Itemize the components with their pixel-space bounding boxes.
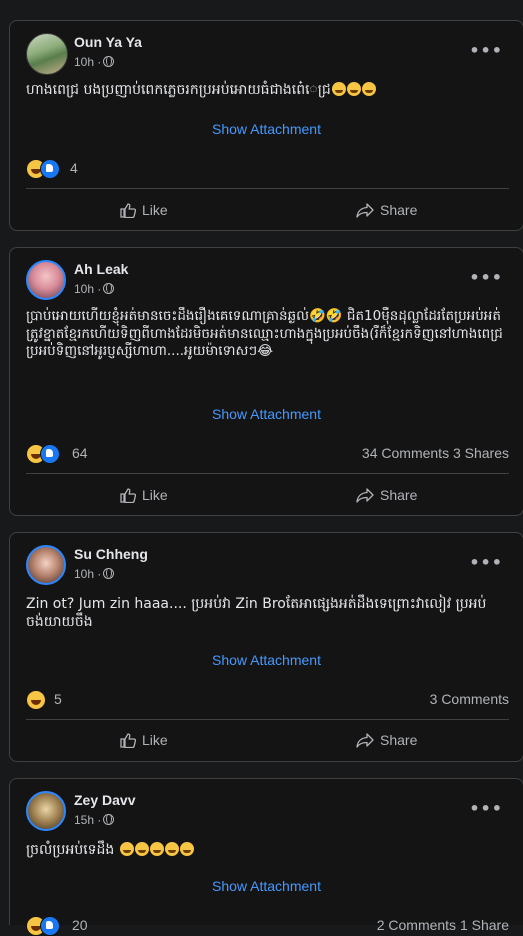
show-attachment-link[interactable]: Show Attachment [10, 406, 523, 422]
emoji-icon [164, 842, 179, 856]
share-button[interactable]: Share [356, 487, 417, 503]
post-time[interactable]: 15h · [74, 813, 115, 827]
like-reaction-icon [40, 159, 60, 179]
post-time-label: 10h · [74, 55, 102, 69]
post-time-label: 15h · [74, 813, 102, 827]
share-button[interactable]: Share [356, 202, 417, 218]
show-attachment-link[interactable]: Show Attachment [10, 652, 523, 668]
author-name[interactable]: Zey Davv [74, 792, 135, 808]
post-time-label: 10h · [74, 567, 102, 581]
divider [26, 188, 509, 189]
emoji-icon [149, 842, 164, 856]
author-name[interactable]: Ah Leak [74, 261, 128, 277]
post-card: Oun Ya Ya 10h · ••• ហាងពេជ្រ បងប្រញាប់ពេ… [9, 20, 523, 231]
reaction-count: 64 [72, 445, 88, 461]
author-name[interactable]: Su Chheng [74, 546, 148, 562]
reaction-count: 5 [54, 691, 62, 707]
like-button[interactable]: Like [120, 487, 168, 503]
comments-shares-count[interactable]: 2 Comments 1 Share [377, 917, 509, 933]
emoji-icon [331, 82, 346, 96]
more-options-icon[interactable]: ••• [469, 553, 503, 572]
like-icon [120, 733, 136, 748]
post-card: Ah Leak 10h · ••• ប្រាប់អោយហើយខ្ញុំអត់មា… [9, 247, 523, 516]
share-label: Share [380, 487, 418, 503]
post-card: Su Chheng 10h · ••• Zin ot? Jum zin haaa… [9, 532, 523, 762]
share-label: Share [380, 202, 418, 218]
show-attachment-link[interactable]: Show Attachment [10, 878, 523, 894]
globe-icon [103, 56, 115, 67]
post-time[interactable]: 10h · [74, 55, 115, 69]
like-icon [120, 203, 136, 218]
author-name[interactable]: Oun Ya Ya [74, 34, 142, 50]
more-options-icon[interactable]: ••• [469, 41, 503, 60]
avatar[interactable] [26, 260, 66, 300]
avatar[interactable] [26, 791, 66, 831]
like-label: Like [142, 487, 168, 503]
divider [26, 473, 509, 474]
post-text: ច្រលំប្រអប់ទេដឹង [26, 841, 511, 859]
post-card: Zey Davv 15h · ••• ច្រលំប្រអប់ទេដឹង Show… [9, 778, 523, 936]
globe-icon [103, 283, 115, 294]
reaction-count: 4 [70, 160, 78, 176]
share-button[interactable]: Share [356, 732, 417, 748]
divider [26, 719, 509, 720]
emoji-icon [179, 842, 194, 856]
like-label: Like [142, 732, 168, 748]
post-text-content: ច្រលំប្រអប់ទេដឹង [26, 842, 115, 858]
post-text-content: ហាងពេជ្រ បងប្រញាប់ពេកភ្លេចរកប្រអប់អោយធំជ… [26, 82, 331, 98]
comments-count[interactable]: 3 Comments [430, 691, 509, 707]
like-icon [120, 488, 136, 503]
avatar[interactable] [26, 33, 68, 75]
globe-icon [103, 814, 115, 825]
post-time-label: 10h · [74, 282, 102, 296]
emoji-icon [361, 82, 376, 96]
post-text: Zin ot? Jum zin haaa.... ប្រអប់វា Zin Br… [26, 596, 487, 630]
post-text: ប្រាប់អោយហើយខ្ញុំអត់មានចេះដឹងរឿងគេទេណាគ្… [26, 308, 503, 359]
post-time[interactable]: 10h · [74, 282, 115, 296]
more-options-icon[interactable]: ••• [469, 268, 503, 287]
globe-icon [103, 568, 115, 579]
more-options-icon[interactable]: ••• [469, 799, 503, 818]
show-attachment-link[interactable]: Show Attachment [10, 121, 523, 137]
haha-reaction-icon [26, 690, 46, 710]
like-reaction-icon [40, 444, 60, 464]
like-reaction-icon [40, 916, 60, 936]
like-label: Like [142, 202, 168, 218]
post-text: ហាងពេជ្រ បងប្រញាប់ពេកភ្លេចរកប្រអប់អោយធំជ… [26, 81, 511, 99]
emoji-icon [119, 842, 134, 856]
like-button[interactable]: Like [120, 202, 168, 218]
avatar[interactable] [26, 545, 66, 585]
share-label: Share [380, 732, 418, 748]
like-button[interactable]: Like [120, 732, 168, 748]
comments-shares-count[interactable]: 34 Comments 3 Shares [362, 445, 509, 461]
share-icon [356, 733, 374, 748]
reaction-count: 20 [72, 917, 88, 933]
share-icon [356, 203, 374, 218]
emoji-icon [346, 82, 361, 96]
emoji-icon [134, 842, 149, 856]
post-time[interactable]: 10h · [74, 567, 115, 581]
share-icon [356, 488, 374, 503]
